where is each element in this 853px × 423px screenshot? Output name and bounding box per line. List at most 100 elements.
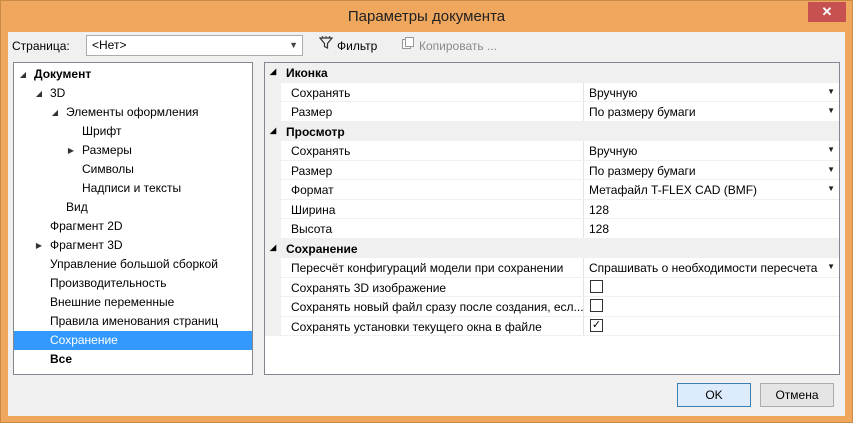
dropdown-arrow-icon[interactable]: ▼	[827, 87, 835, 96]
property-category[interactable]: ◢ Просмотр	[265, 121, 839, 141]
property-value[interactable]: Спрашивать о необходимости пересчета	[589, 261, 829, 275]
collapse-arrow-icon[interactable]: ◢	[34, 84, 44, 103]
tree-item[interactable]: ▶ Фрагмент 3D	[14, 236, 252, 255]
property-name: Сохранять 3D изображение	[291, 280, 447, 295]
window-title: Параметры документа	[347, 8, 506, 25]
tree-item[interactable]: Сохранение	[14, 331, 252, 350]
tree-item[interactable]: Фрагмент 2D	[14, 217, 252, 236]
tree-item-label: Производительность	[50, 276, 167, 290]
property-name: Размер	[291, 105, 333, 119]
tree-item[interactable]: Правила именования страниц	[14, 312, 252, 331]
title-bar: Параметры документа ✕	[1, 1, 852, 32]
page-select-value: <Нет>	[92, 38, 127, 52]
column-divider	[583, 160, 584, 179]
tree-item-label: Документ	[34, 67, 92, 81]
property-name: Размер	[291, 163, 333, 178]
property-category[interactable]: ◢ Иконка	[265, 63, 839, 83]
expand-arrow-icon[interactable]: ▶	[34, 236, 44, 255]
row-margin	[265, 160, 281, 179]
category-label: Просмотр	[286, 124, 345, 139]
property-value[interactable]: Вручную	[589, 86, 829, 100]
page-label: Страница:	[12, 39, 70, 53]
row-margin	[265, 277, 281, 296]
collapse-arrow-icon[interactable]: ◢	[18, 65, 28, 84]
expand-arrow-icon[interactable]: ▶	[66, 141, 76, 160]
column-divider	[583, 82, 584, 101]
dropdown-arrow-icon[interactable]: ▼	[827, 184, 835, 193]
property-value[interactable]: По размеру бумаги	[589, 164, 829, 178]
row-margin	[265, 219, 281, 238]
tree-item-label: Символы	[82, 162, 134, 176]
filter-button[interactable]: Фильтр	[318, 35, 377, 56]
property-row[interactable]: Высота 128	[265, 219, 839, 239]
property-category[interactable]: ◢ Сохранение	[265, 238, 839, 258]
collapse-arrow-icon[interactable]: ◢	[270, 67, 276, 76]
column-divider	[583, 297, 584, 316]
property-value[interactable]: Вручную	[589, 144, 829, 158]
property-row[interactable]: Размер По размеру бумаги ▼	[265, 102, 839, 122]
property-value[interactable]: 128	[589, 203, 829, 217]
property-row[interactable]: Сохранять 3D изображение	[265, 277, 839, 297]
column-divider	[583, 277, 584, 296]
column-divider	[583, 180, 584, 199]
row-margin	[265, 199, 281, 218]
chevron-down-icon: ▼	[289, 40, 298, 50]
tree-item[interactable]: ◢ Документ	[14, 65, 252, 84]
tree-item[interactable]: Все	[14, 350, 252, 369]
dropdown-arrow-icon[interactable]: ▼	[827, 145, 835, 154]
row-margin	[265, 258, 281, 277]
tree-item-label: Правила именования страниц	[50, 314, 219, 328]
property-name: Высота	[291, 222, 333, 236]
close-button[interactable]: ✕	[808, 2, 846, 22]
dropdown-arrow-icon[interactable]: ▼	[827, 106, 835, 115]
row-margin	[265, 180, 281, 199]
collapse-arrow-icon[interactable]: ◢	[270, 126, 276, 135]
column-divider	[583, 258, 584, 277]
tree-item-label: Управление большой сборкой	[50, 257, 218, 271]
property-row[interactable]: Сохранять Вручную ▼	[265, 141, 839, 161]
tree-item[interactable]: Производительность	[14, 274, 252, 293]
property-row[interactable]: Сохранять установки текущего окна в файл…	[265, 316, 839, 336]
tree-item[interactable]: Шрифт	[14, 122, 252, 141]
column-divider	[583, 102, 584, 121]
property-checkbox[interactable]	[590, 279, 603, 293]
tree-item-label: 3D	[50, 86, 66, 100]
collapse-arrow-icon[interactable]: ◢	[270, 243, 276, 252]
property-value[interactable]: Метафайл T-FLEX CAD (BMF)	[589, 183, 829, 197]
property-checkbox[interactable]	[590, 299, 603, 312]
property-row[interactable]: Сохранять Вручную ▼	[265, 82, 839, 102]
collapse-arrow-icon[interactable]: ◢	[50, 103, 60, 122]
copy-button[interactable]: Копировать ...	[400, 36, 497, 56]
property-checkbox[interactable]: ✓	[590, 318, 603, 332]
property-row[interactable]: Сохранять новый файл сразу после создани…	[265, 297, 839, 317]
property-name: Ширина	[291, 202, 336, 217]
property-value[interactable]: По размеру бумаги	[589, 105, 829, 119]
page-select[interactable]: <Нет> ▼	[86, 35, 303, 56]
tree-item[interactable]: Управление большой сборкой	[14, 255, 252, 274]
tree-item[interactable]: ▶ Размеры	[14, 141, 252, 160]
tree-item-label: Внешние переменные	[50, 295, 175, 309]
tree-item[interactable]: Вид	[14, 198, 252, 217]
tree-item[interactable]: Внешние переменные	[14, 293, 252, 312]
tree-item[interactable]: Символы	[14, 160, 252, 179]
dropdown-arrow-icon[interactable]: ▼	[827, 165, 835, 174]
filter-icon	[318, 35, 334, 56]
property-row[interactable]: Ширина 128	[265, 199, 839, 219]
property-row[interactable]: Размер По размеру бумаги ▼	[265, 160, 839, 180]
tree-item-label: Размеры	[82, 143, 132, 157]
tree-item[interactable]: ◢ 3D	[14, 84, 252, 103]
tree-item[interactable]: ◢ Элементы оформления	[14, 103, 252, 122]
tree-item-label: Сохранение	[50, 333, 118, 347]
property-row[interactable]: Формат Метафайл T-FLEX CAD (BMF) ▼	[265, 180, 839, 200]
cancel-button[interactable]: Отмена	[760, 383, 834, 407]
ok-button[interactable]: OK	[677, 383, 751, 407]
tree-item[interactable]: Надписи и тексты	[14, 179, 252, 198]
toolbar: Страница: <Нет> ▼ Фильтр Копировать ...	[8, 32, 845, 60]
property-value[interactable]: 128	[589, 222, 829, 236]
tree-item-label: Фрагмент 2D	[50, 219, 123, 233]
property-row[interactable]: Пересчёт конфигураций модели при сохране…	[265, 258, 839, 278]
property-grid[interactable]: ◢ Иконка Сохранять Вручную ▼ Размер По размеру…	[264, 62, 840, 375]
dropdown-arrow-icon[interactable]: ▼	[827, 262, 835, 271]
page-tree[interactable]: ◢ Документ ◢ 3D ◢ Элементы оформления Шрифт ▶ Ра…	[13, 62, 253, 375]
property-name: Пересчёт конфигураций модели при сохране…	[291, 261, 564, 275]
